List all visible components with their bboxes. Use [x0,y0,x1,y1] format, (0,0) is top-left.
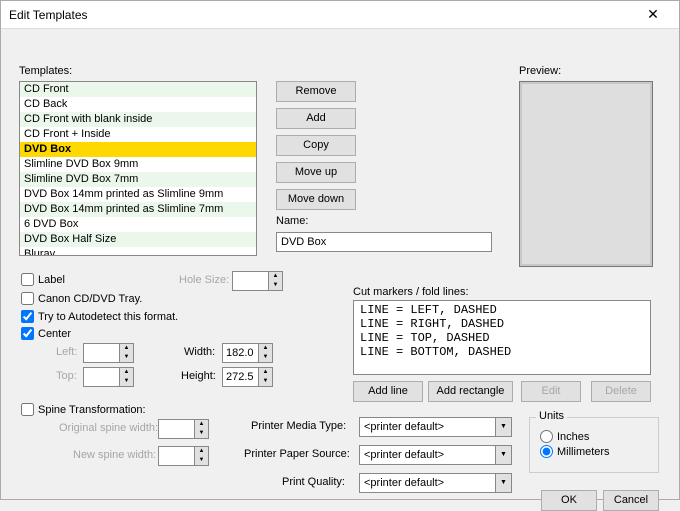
preview-label: Preview: [519,65,561,77]
cut-markers-textbox[interactable]: LINE = LEFT, DASHED LINE = RIGHT, DASHED… [353,300,651,375]
hole-size-spinner[interactable]: ▲▼ [232,271,283,291]
close-button[interactable]: ✕ [635,2,671,28]
top-label: Top: [56,370,77,382]
delete-button: Delete [591,381,651,402]
cut-label: Cut markers / fold lines: [353,286,469,298]
label-checkbox[interactable]: Label [21,273,65,286]
orig-spine-label: Original spine width: [59,422,158,434]
window-title: Edit Templates [9,8,88,22]
center-checkbox[interactable]: Center [21,327,71,340]
autodetect-checkbox[interactable]: Try to Autodetect this format. [21,310,178,323]
hole-size-label: Hole Size: [179,274,229,286]
list-item[interactable]: Slimline DVD Box 7mm [20,172,256,187]
paper-source-combo[interactable]: <printer default>▼ [359,445,512,465]
list-item[interactable]: DVD Box 14mm printed as Slimline 7mm [20,202,256,217]
templates-label: Templates: [19,65,72,77]
move-up-button[interactable]: Move up [276,162,356,183]
add-button[interactable]: Add [276,108,356,129]
cancel-button[interactable]: Cancel [603,490,659,511]
edit-button: Edit [521,381,581,402]
templates-listbox[interactable]: CD FrontCD BackCD Front with blank insid… [19,81,257,256]
titlebar: Edit Templates ✕ [1,1,679,29]
width-spinner[interactable]: ▲▼ [222,343,273,363]
new-spine-label: New spine width: [73,449,156,461]
list-item[interactable]: Slimline DVD Box 9mm [20,157,256,172]
print-quality-combo[interactable]: <printer default>▼ [359,473,512,493]
left-spinner[interactable]: ▲▼ [83,343,134,363]
width-label: Width: [184,346,215,358]
media-type-label: Printer Media Type: [251,420,346,432]
list-item[interactable]: DVD Box 14mm printed as Slimline 9mm [20,187,256,202]
units-group: Units Inches Millimeters [529,417,659,473]
new-spine-spinner[interactable]: ▲▼ [158,446,209,466]
list-item[interactable]: Bluray [20,247,256,256]
list-item[interactable]: CD Front [20,82,256,97]
print-quality-label: Print Quality: [282,476,345,488]
top-spinner[interactable]: ▲▼ [83,367,134,387]
paper-source-label: Printer Paper Source: [244,448,350,460]
move-down-button[interactable]: Move down [276,189,356,210]
left-label: Left: [56,346,77,358]
height-spinner[interactable]: ▲▼ [222,367,273,387]
list-item[interactable]: CD Front with blank inside [20,112,256,127]
add-rectangle-button[interactable]: Add rectangle [428,381,513,402]
name-input[interactable] [276,232,492,252]
copy-button[interactable]: Copy [276,135,356,156]
list-item[interactable]: DVD Box Half Size [20,232,256,247]
list-item[interactable]: 6 DVD Box [20,217,256,232]
orig-spine-spinner[interactable]: ▲▼ [158,419,209,439]
spine-checkbox[interactable]: Spine Transformation: [21,403,146,416]
remove-button[interactable]: Remove [276,81,356,102]
list-item[interactable]: DVD Box [20,142,256,157]
list-item[interactable]: CD Back [20,97,256,112]
preview-panel [519,81,653,267]
media-type-combo[interactable]: <printer default>▼ [359,417,512,437]
canon-checkbox[interactable]: Canon CD/DVD Tray. [21,292,142,305]
list-item[interactable]: CD Front + Inside [20,127,256,142]
mm-radio[interactable]: Millimeters [540,445,648,458]
name-label: Name: [276,215,308,227]
add-line-button[interactable]: Add line [353,381,423,402]
height-label: Height: [181,370,216,382]
ok-button[interactable]: OK [541,490,597,511]
inches-radio[interactable]: Inches [540,430,648,443]
